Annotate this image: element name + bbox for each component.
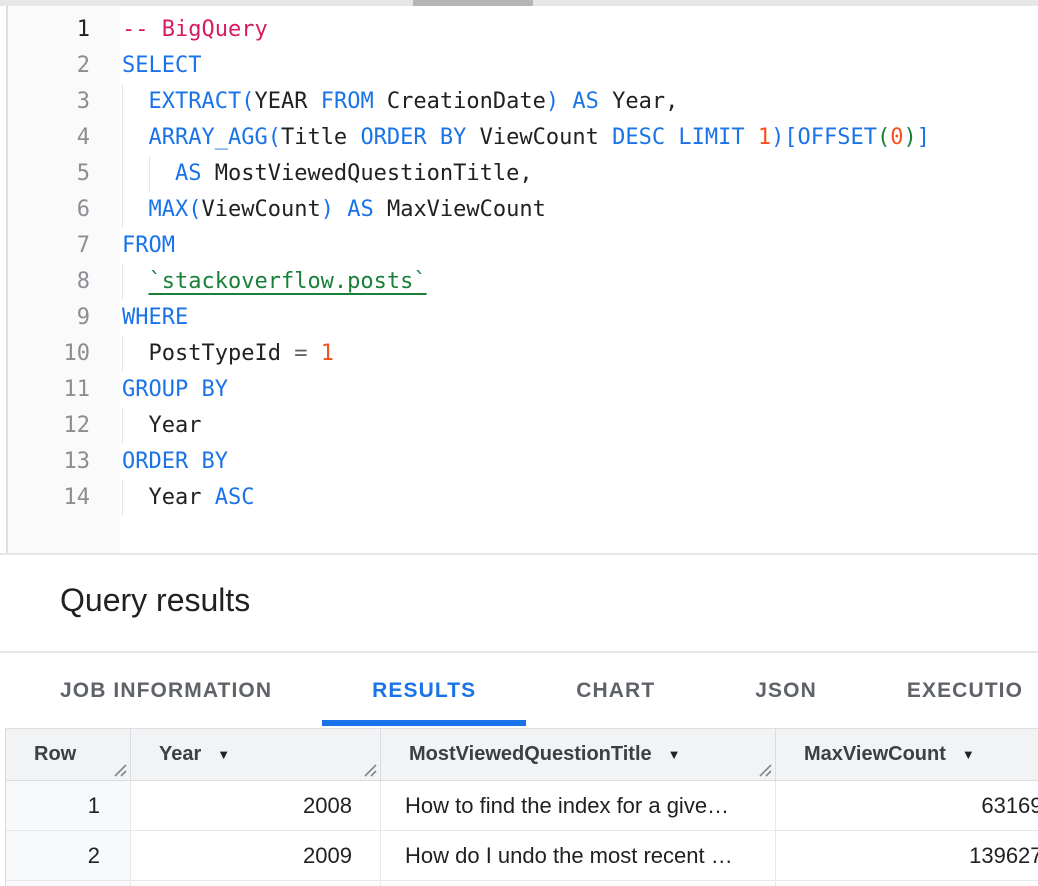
column-resize-grip-icon[interactable] (363, 763, 377, 777)
tab-results[interactable]: RESULTS (322, 653, 526, 728)
code-line: MAX(ViewCount) AS MaxViewCount (122, 192, 1038, 228)
column-header-row[interactable]: Row (6, 729, 131, 781)
code-line: AS MostViewedQuestionTitle, (122, 156, 1038, 192)
table-cell (131, 881, 381, 886)
column-resize-grip-icon[interactable] (758, 763, 772, 777)
table-row-partial (6, 881, 1038, 886)
indent-guide (122, 84, 123, 120)
tab-job-information[interactable]: JOB INFORMATION (10, 653, 322, 728)
line-number: 4 (8, 120, 120, 156)
table-cell: How to find the index for a give… (381, 781, 776, 831)
indent-guide (122, 120, 123, 156)
tab-label: CHART (576, 679, 655, 703)
indent-guide (122, 336, 123, 372)
table-cell (381, 881, 776, 886)
table-cell: 13962748 (776, 831, 1038, 881)
code-line: ORDER BY (122, 444, 1038, 480)
query-results-title: Query results (0, 555, 1038, 619)
code-line: -- BigQuery (122, 12, 1038, 48)
code-line: Year (122, 408, 1038, 444)
code-line: ARRAY_AGG(Title ORDER BY ViewCount DESC … (122, 120, 1038, 156)
tab-json[interactable]: JSON (705, 653, 867, 728)
line-number: 10 (8, 336, 120, 372)
column-header-label: MostViewedQuestionTitle (409, 743, 652, 766)
row-number-cell (6, 881, 131, 886)
indent-guide (122, 156, 123, 192)
column-header-label: Row (34, 743, 76, 766)
indent-guide (122, 408, 123, 444)
line-number: 6 (8, 192, 120, 228)
table-row: 22009How do I undo the most recent …1396… (6, 831, 1038, 881)
results-table-header-row: RowYear▼MostViewedQuestionTitle▼MaxViewC… (6, 729, 1038, 781)
tab-label: JOB INFORMATION (60, 679, 272, 703)
indent-guide (122, 480, 123, 516)
table-reference-link[interactable]: `stackoverflow.posts` (149, 269, 427, 294)
column-header-maxviewcount[interactable]: MaxViewCount ▼ (776, 729, 1038, 781)
table-row: 12008How to find the index for a give…63… (6, 781, 1038, 831)
results-tab-bar: JOB INFORMATION RESULTS CHART JSON EXECUTIO (0, 653, 1038, 728)
row-number-cell: 1 (6, 781, 131, 831)
table-cell: 2008 (131, 781, 381, 831)
query-results-panel-header: Query results (0, 555, 1038, 651)
tab-label: RESULTS (372, 679, 476, 703)
line-number: 1 (8, 12, 120, 48)
line-number: 11 (8, 372, 120, 408)
sql-editor[interactable]: 1234567891011121314 -- BigQuerySELECT EX… (6, 6, 1038, 553)
line-number: 7 (8, 228, 120, 264)
tab-executio[interactable]: EXECUTIO (867, 653, 1023, 728)
table-cell (776, 881, 1038, 886)
column-header-label: MaxViewCount (804, 743, 946, 766)
tab-label: JSON (755, 679, 817, 703)
line-number: 9 (8, 300, 120, 336)
line-number: 12 (8, 408, 120, 444)
code-line: SELECT (122, 48, 1038, 84)
column-menu-arrow-icon[interactable]: ▼ (217, 747, 230, 762)
results-table: RowYear▼MostViewedQuestionTitle▼MaxViewC… (5, 728, 1038, 886)
indent-guide (122, 264, 123, 300)
column-header-mostviewedquestiontitle[interactable]: MostViewedQuestionTitle ▼ (381, 729, 776, 781)
column-menu-arrow-icon[interactable]: ▼ (668, 747, 681, 762)
code-line: PostTypeId = 1 (122, 336, 1038, 372)
code-line: Year ASC (122, 480, 1038, 516)
line-number: 8 (8, 264, 120, 300)
table-cell: 6316987 (776, 781, 1038, 831)
code-line: EXTRACT(YEAR FROM CreationDate) AS Year, (122, 84, 1038, 120)
sql-code-area[interactable]: -- BigQuerySELECT EXTRACT(YEAR FROM Crea… (120, 6, 1038, 553)
column-menu-arrow-icon[interactable]: ▼ (962, 747, 975, 762)
line-number: 5 (8, 156, 120, 192)
tab-label: EXECUTIO (907, 679, 1023, 703)
code-line: FROM (122, 228, 1038, 264)
line-number: 14 (8, 480, 120, 516)
code-line: WHERE (122, 300, 1038, 336)
column-header-label: Year (159, 743, 201, 766)
indent-guide (149, 156, 150, 192)
row-number-cell: 2 (6, 831, 131, 881)
line-number: 13 (8, 444, 120, 480)
bigquery-console: 1234567891011121314 -- BigQuerySELECT EX… (0, 0, 1038, 886)
code-line: GROUP BY (122, 372, 1038, 408)
table-cell: How do I undo the most recent … (381, 831, 776, 881)
line-number: 3 (8, 84, 120, 120)
table-cell: 2009 (131, 831, 381, 881)
code-line: `stackoverflow.posts` (122, 264, 1038, 300)
tab-chart[interactable]: CHART (526, 653, 705, 728)
column-header-year[interactable]: Year ▼ (131, 729, 381, 781)
line-number: 2 (8, 48, 120, 84)
line-number-gutter: 1234567891011121314 (8, 6, 120, 553)
column-resize-grip-icon[interactable] (113, 763, 127, 777)
indent-guide (122, 192, 123, 228)
results-table-body: 12008How to find the index for a give…63… (6, 781, 1038, 886)
